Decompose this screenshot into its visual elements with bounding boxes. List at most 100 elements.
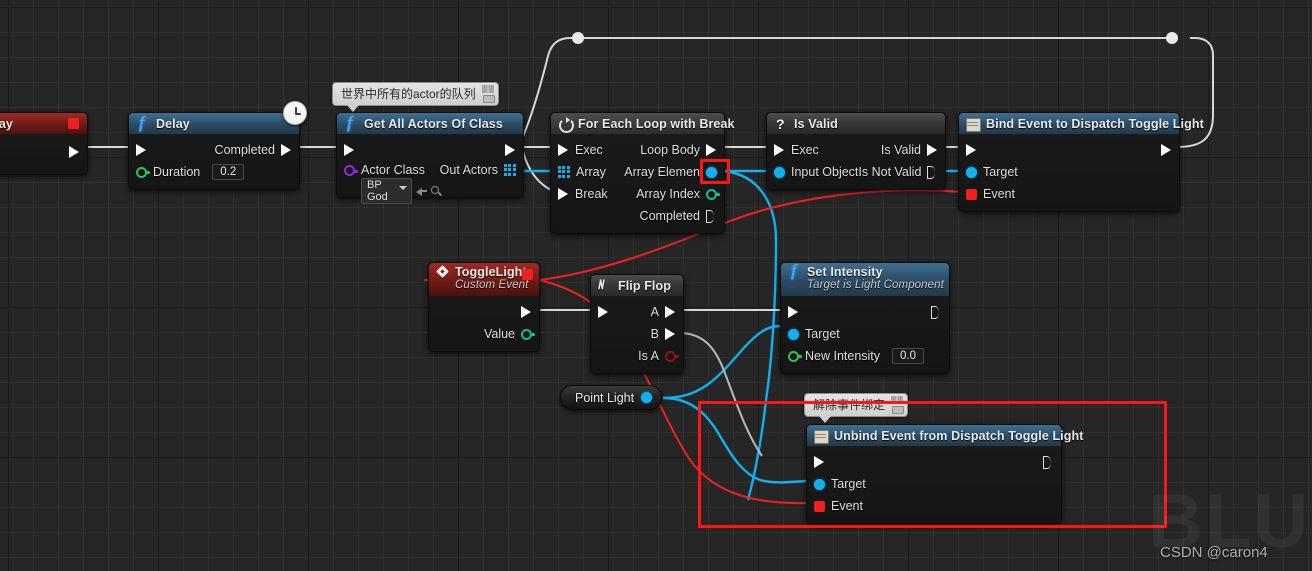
node-for-each-loop-with-break[interactable]: For Each Loop with Break Exec Loop Body … bbox=[550, 112, 734, 234]
exec-in-pin-row[interactable] bbox=[129, 143, 147, 157]
node-bind-event-to-dispatch-toggle-light[interactable]: Bind Event to Dispatch Toggle Light Targ… bbox=[958, 112, 1204, 212]
break-pin-row[interactable]: Break bbox=[551, 187, 608, 201]
node-is-valid[interactable]: Is Valid Exec Is Valid Input Object bbox=[766, 112, 946, 190]
node-header[interactable]: ToggleLight Custom Event bbox=[429, 263, 539, 296]
array-index-pin-row[interactable]: Array Index bbox=[636, 187, 724, 201]
value-output-pin[interactable] bbox=[521, 328, 535, 340]
node-set-intensity[interactable]: Set Intensity Target is Light Component … bbox=[780, 261, 950, 374]
exec-in-pin-row[interactable] bbox=[807, 455, 825, 469]
exec-out-pin[interactable] bbox=[281, 143, 292, 157]
value-pin-row[interactable]: Value bbox=[484, 327, 539, 341]
completed-exec-pin[interactable] bbox=[706, 209, 717, 223]
new-intensity-input[interactable]: 0.0 bbox=[892, 348, 925, 364]
a-pin-row[interactable]: A bbox=[651, 305, 683, 319]
duration-input[interactable]: 0.2 bbox=[212, 164, 245, 180]
completed-pin-row[interactable]: Completed bbox=[215, 143, 299, 157]
target-pin-row[interactable]: Target bbox=[959, 165, 1018, 179]
loop-body-exec-pin[interactable] bbox=[706, 143, 717, 157]
exec-in-pin[interactable] bbox=[344, 143, 355, 157]
exec-in-pin-row[interactable] bbox=[337, 143, 355, 157]
a-exec-pin[interactable] bbox=[665, 305, 676, 319]
b-exec-pin[interactable] bbox=[665, 327, 676, 341]
exec-out-pin[interactable] bbox=[521, 305, 532, 319]
array-index-pin[interactable] bbox=[706, 188, 720, 200]
break-exec-pin[interactable] bbox=[558, 187, 569, 201]
b-pin-row[interactable]: B bbox=[651, 327, 683, 341]
exec-out-pin[interactable] bbox=[69, 145, 80, 159]
is-a-pin-row[interactable]: Is A bbox=[638, 349, 683, 363]
node-header[interactable]: For Each Loop with Break bbox=[551, 113, 734, 134]
target-pin-row[interactable]: Target bbox=[807, 477, 866, 491]
exec-in-pin-row[interactable] bbox=[959, 143, 977, 157]
node-header[interactable]: nt BeginPlay bbox=[0, 113, 87, 134]
input-object-pin[interactable] bbox=[774, 166, 785, 178]
exec-out-pin[interactable] bbox=[1161, 143, 1172, 157]
browse-search-icon[interactable] bbox=[430, 185, 442, 197]
node-header[interactable]: Delay bbox=[129, 113, 299, 134]
target-pin[interactable] bbox=[966, 166, 977, 178]
exec-out-pin-row[interactable] bbox=[1043, 455, 1061, 469]
exec-out-pin[interactable] bbox=[505, 143, 516, 157]
duration-float-pin[interactable] bbox=[136, 166, 150, 178]
completed-pin-row[interactable]: Completed bbox=[640, 209, 724, 223]
new-intensity-float-pin[interactable] bbox=[788, 350, 802, 362]
exec-out-pin[interactable] bbox=[1043, 455, 1054, 469]
exec-in-pin[interactable] bbox=[598, 305, 609, 319]
node-flip-flop[interactable]: Flip Flop A B Is A bbox=[590, 274, 684, 374]
object-output-pin[interactable] bbox=[641, 392, 653, 403]
actor-class-dropdown[interactable]: BP God bbox=[361, 178, 413, 204]
loop-body-pin-row[interactable]: Loop Body bbox=[640, 143, 724, 157]
is-not-valid-exec-pin[interactable] bbox=[927, 165, 938, 179]
node-event-begin-play[interactable]: nt BeginPlay bbox=[0, 112, 88, 175]
out-actors-pin-row[interactable]: Out Actors bbox=[440, 161, 523, 177]
exec-in-pin[interactable] bbox=[558, 143, 569, 157]
exec-out-pin[interactable] bbox=[931, 305, 942, 319]
target-pin[interactable] bbox=[788, 328, 799, 340]
resize-grip-icon[interactable] bbox=[892, 406, 905, 414]
event-pin-row[interactable]: Event bbox=[807, 499, 863, 513]
exec-out-pin-row[interactable] bbox=[1161, 143, 1179, 157]
new-intensity-pin-row[interactable]: New Intensity 0.0 bbox=[781, 348, 925, 364]
node-get-all-actors-of-class[interactable]: Get All Actors Of Class Actor Class BP G… bbox=[336, 112, 524, 204]
exec-in-pin-row[interactable] bbox=[781, 305, 799, 319]
use-selected-arrow-icon[interactable] bbox=[416, 186, 428, 197]
exec-out-pin-row[interactable] bbox=[931, 305, 949, 319]
exec-in-pin[interactable] bbox=[136, 143, 147, 157]
exec-in-pin-row[interactable]: Exec bbox=[767, 143, 819, 157]
resize-grip-icon[interactable] bbox=[482, 95, 495, 103]
pin-comment-icon[interactable] bbox=[891, 396, 904, 404]
exec-out-pin-row[interactable] bbox=[505, 143, 523, 157]
is-valid-pin-row[interactable]: Is Valid bbox=[881, 143, 945, 157]
node-unbind-event-from-dispatch-toggle-light[interactable]: Unbind Event from Dispatch Toggle Light … bbox=[806, 424, 1083, 524]
actor-class-pin[interactable] bbox=[344, 165, 358, 176]
pin-comment-icon[interactable] bbox=[481, 85, 494, 93]
exec-in-pin-row[interactable] bbox=[591, 305, 609, 319]
target-pin[interactable] bbox=[814, 478, 825, 490]
input-object-pin-row[interactable]: Input Object bbox=[767, 165, 858, 179]
is-valid-exec-pin[interactable] bbox=[927, 143, 938, 157]
is-a-bool-pin[interactable] bbox=[665, 350, 679, 362]
node-header[interactable]: Bind Event to Dispatch Toggle Light bbox=[959, 113, 1204, 134]
array-element-output-pin[interactable] bbox=[706, 166, 717, 178]
exec-in-pin[interactable] bbox=[814, 455, 825, 469]
exec-in-pin[interactable] bbox=[774, 143, 785, 157]
exec-out-pin-row[interactable] bbox=[521, 305, 539, 319]
exec-in-pin-row[interactable]: Exec bbox=[551, 143, 603, 157]
array-input-pin[interactable] bbox=[558, 166, 570, 178]
delegate-output-pin[interactable] bbox=[68, 118, 79, 129]
array-element-pin-row[interactable]: Array Elemen bbox=[624, 165, 724, 179]
is-not-valid-pin-row[interactable]: Is Not Valid bbox=[858, 165, 945, 179]
comment-bubble-unbind-event[interactable]: 解除事件绑定 bbox=[804, 393, 909, 423]
node-variable-point-light[interactable]: Point Light bbox=[560, 385, 663, 410]
exec-in-pin[interactable] bbox=[966, 143, 977, 157]
actor-class-pin-row[interactable]: Actor Class BP God bbox=[337, 161, 442, 204]
node-custom-event-toggle-light[interactable]: ToggleLight Custom Event Value bbox=[428, 262, 540, 352]
delegate-output-pin[interactable] bbox=[522, 269, 533, 280]
event-delegate-pin[interactable] bbox=[966, 188, 977, 200]
node-header[interactable]: Set Intensity Target is Light Component bbox=[781, 261, 949, 296]
node-header[interactable]: Get All Actors Of Class bbox=[337, 113, 523, 134]
node-header[interactable]: Flip Flop bbox=[591, 275, 683, 296]
target-pin-row[interactable]: Target bbox=[781, 327, 840, 341]
event-pin-row[interactable]: Event bbox=[959, 187, 1015, 201]
node-header[interactable]: Is Valid bbox=[767, 113, 945, 134]
